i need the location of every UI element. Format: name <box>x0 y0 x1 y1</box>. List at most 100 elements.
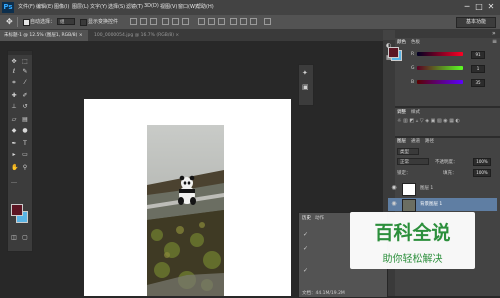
menu-edit[interactable]: 编辑(E) <box>36 3 53 10</box>
align-top-icon[interactable] <box>130 18 137 25</box>
layer-row-selected[interactable]: ◉ 背景图层 1 <box>388 198 497 212</box>
tab-document-2[interactable]: 100_0000054.jpg @ 16.7% (RGB/8) × <box>90 30 200 41</box>
menu-image[interactable]: 图像(I) <box>54 3 69 10</box>
channel-r-slider[interactable] <box>417 52 463 56</box>
distribute-left-icon[interactable] <box>230 18 237 25</box>
eraser-tool-icon[interactable]: ▱ <box>11 117 17 123</box>
zoom-tool-icon[interactable]: ⚲ <box>22 165 28 171</box>
visibility-eye-icon[interactable]: ◉ <box>391 185 397 191</box>
auto-select-checkbox[interactable] <box>23 19 30 26</box>
brush-tool-icon[interactable]: ✐ <box>22 93 28 99</box>
dodge-tool-icon[interactable]: ● <box>22 128 28 134</box>
adjustments-icons-row[interactable]: ☼ ▥ ◩ ▵ ▽ ◈ ▣ ▧ ◉ ▦ ◐ <box>397 118 460 124</box>
workspace-button[interactable]: 基本功能 <box>456 17 496 28</box>
history-panel-icon[interactable]: ✦ <box>302 69 308 77</box>
tab-color[interactable]: 颜色 <box>397 39 406 45</box>
align-vcenter-icon[interactable] <box>140 18 147 25</box>
auto-select-label: 自动选择： <box>30 19 56 25</box>
gradient-tool-icon[interactable]: ▤ <box>22 117 28 123</box>
menu-type[interactable]: 文字(Y) <box>90 3 107 10</box>
visibility-eye-icon[interactable]: ◉ <box>391 201 397 207</box>
close-icon[interactable]: ✕ <box>486 2 496 12</box>
transform-controls-checkbox[interactable] <box>80 19 87 26</box>
tab-swatches[interactable]: 色板 <box>411 39 420 45</box>
minimize-icon[interactable]: ─ <box>462 2 472 12</box>
history-state-icon[interactable]: ✓ <box>303 245 308 252</box>
type-tool-icon[interactable]: T <box>22 141 28 147</box>
properties-panel-icon[interactable]: ▣ <box>302 83 309 91</box>
snapshot-icon[interactable]: ✓ <box>303 231 308 238</box>
align-hcenter-icon[interactable] <box>172 18 179 25</box>
layer-row[interactable]: ◉ 图层 1 <box>388 182 497 196</box>
document-size-status: 文档：44.1M/19.2M <box>302 291 345 296</box>
move-tool-icon[interactable]: ✥ <box>6 17 13 26</box>
quick-mask-icon[interactable]: ◫ <box>11 235 17 241</box>
clone-tool-icon[interactable]: ⊥ <box>11 104 17 110</box>
eyedropper-tool-icon[interactable]: ⁄ <box>22 80 28 86</box>
channel-b-value[interactable]: 35 <box>471 79 485 87</box>
color-panel-fg-swatch[interactable] <box>388 47 399 58</box>
align-left-icon[interactable] <box>162 18 169 25</box>
tab-document-1[interactable]: 未标题-1 @ 12.5% (图层1, RGB/8) × <box>0 30 88 41</box>
blur-tool-icon[interactable]: ◆ <box>11 128 17 134</box>
align-bottom-icon[interactable] <box>150 18 157 25</box>
tab-layers[interactable]: 图层 <box>397 138 406 144</box>
path-select-tool-icon[interactable]: ▸ <box>11 152 17 158</box>
history-brush-tool-icon[interactable]: ↺ <box>22 104 28 110</box>
panel-menu-icon[interactable]: ≡ <box>492 38 497 45</box>
menu-select[interactable]: 选择(S) <box>108 3 125 10</box>
tab-paths[interactable]: 路径 <box>425 138 434 144</box>
channel-g-value[interactable]: 1 <box>471 65 485 73</box>
maximize-icon[interactable]: □ <box>474 2 484 12</box>
align-right-icon[interactable] <box>182 18 189 25</box>
menu-filter[interactable]: 滤镜(T) <box>126 3 143 10</box>
separator <box>17 17 18 27</box>
distribute-bottom-icon[interactable] <box>218 18 225 25</box>
menu-view[interactable]: 视图(V) <box>160 3 177 10</box>
tab-channels[interactable]: 通道 <box>411 138 420 144</box>
collapse-icon[interactable]: » <box>492 30 496 37</box>
marquee-tool-icon[interactable]: ⬚ <box>22 59 28 65</box>
channel-b-slider[interactable] <box>417 80 463 84</box>
channel-g-label: G <box>411 66 415 71</box>
layer-filter-kind[interactable]: 类型 <box>397 148 419 155</box>
menu-file[interactable]: 文件(F) <box>18 3 35 10</box>
tab-adjustments[interactable]: 调整 <box>397 109 406 115</box>
distribute-vcenter-icon[interactable] <box>208 18 215 25</box>
fill-value[interactable]: 100% <box>473 169 491 177</box>
blend-mode-dropdown[interactable]: 正常 <box>397 158 429 165</box>
watermark-logo: 百科全说 助你轻松解决 <box>350 212 475 269</box>
pen-tool-icon[interactable]: ✒ <box>11 141 17 147</box>
menu-window[interactable]: 窗口(W) <box>178 3 197 10</box>
screen-mode-icon[interactable]: ▢ <box>22 235 28 241</box>
layer-thumbnail <box>402 183 416 196</box>
toolbox-header[interactable] <box>8 51 32 55</box>
foreground-color-swatch[interactable] <box>11 204 23 216</box>
distribute-top-icon[interactable] <box>198 18 205 25</box>
quick-select-tool-icon[interactable]: ✎ <box>22 69 28 75</box>
auto-select-dropdown[interactable]: 组 <box>57 18 75 25</box>
distribute-right-icon[interactable] <box>250 18 257 25</box>
move-tool-icon[interactable]: ✥ <box>11 59 17 65</box>
channel-g-slider[interactable] <box>417 66 463 70</box>
shape-tool-icon[interactable]: ▭ <box>22 152 28 158</box>
panel-collapse-bar[interactable]: » <box>395 30 500 38</box>
history-state-icon[interactable]: ✓ <box>303 267 308 274</box>
panda-photo-layer[interactable] <box>147 125 224 296</box>
healing-tool-icon[interactable]: ✚ <box>11 93 17 99</box>
auto-align-icon[interactable] <box>264 18 271 25</box>
menu-3d[interactable]: 3D(D) <box>144 3 159 9</box>
tab-actions[interactable]: 动作 <box>315 215 324 221</box>
channel-r-value[interactable]: 91 <box>471 51 485 59</box>
distribute-hcenter-icon[interactable] <box>240 18 247 25</box>
tab-history[interactable]: 历史 <box>302 215 311 221</box>
crop-tool-icon[interactable]: ⌗ <box>11 80 17 86</box>
tab-styles[interactable]: 样式 <box>411 109 420 115</box>
menu-layer[interactable]: 图层(L) <box>72 3 89 10</box>
menu-help[interactable]: 帮助(H) <box>196 3 214 10</box>
hand-tool-icon[interactable]: ✋ <box>11 165 18 171</box>
lasso-tool-icon[interactable]: ℓ <box>11 69 17 75</box>
transform-controls-label: 显示变换控件 <box>88 19 119 25</box>
extra-tools-icon[interactable]: … <box>11 179 17 185</box>
opacity-value[interactable]: 100% <box>473 158 491 166</box>
